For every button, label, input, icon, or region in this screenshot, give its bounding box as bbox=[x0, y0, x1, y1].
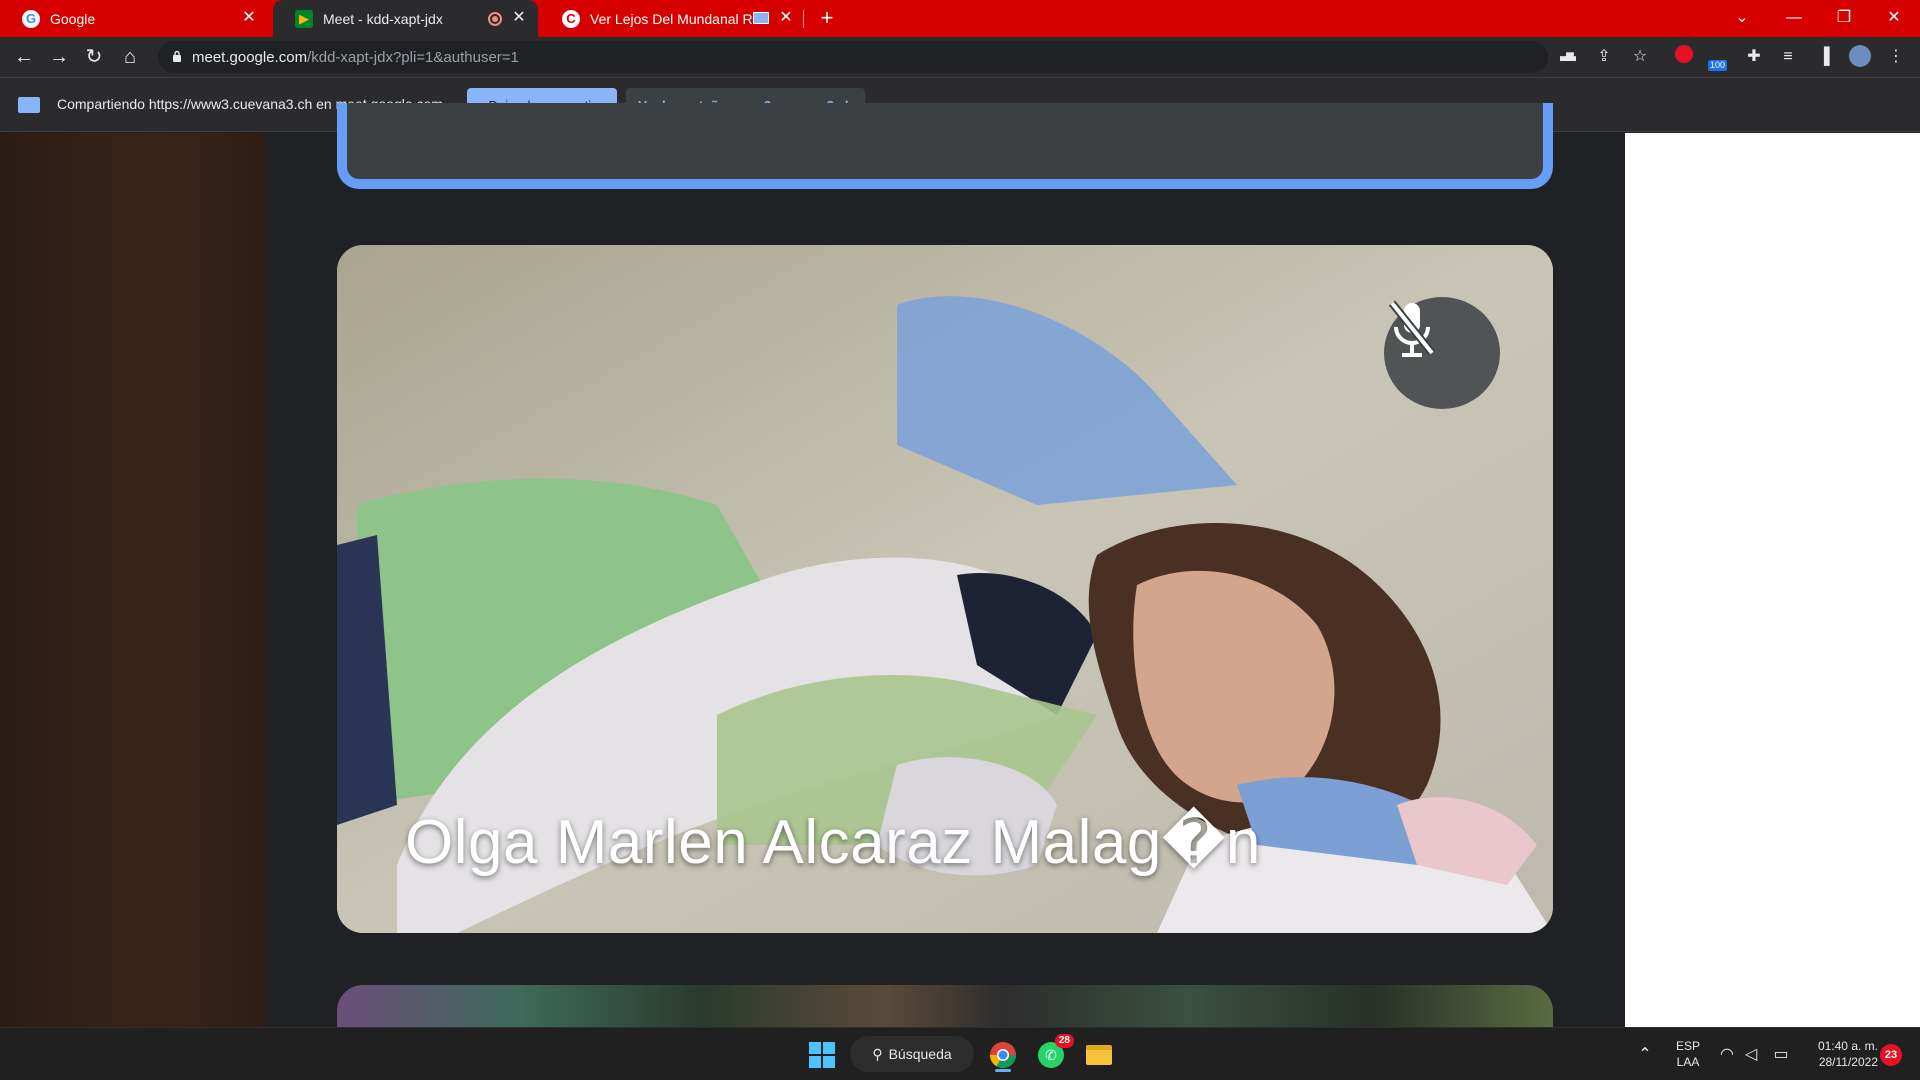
recording-indicator-icon bbox=[488, 12, 502, 26]
file-explorer-taskbar-icon[interactable] bbox=[1080, 1036, 1118, 1074]
browser-menu-icon[interactable]: ⋮ bbox=[1884, 45, 1908, 69]
bookmark-star-icon[interactable]: ☆ bbox=[1628, 45, 1652, 69]
tab-search-icon[interactable]: ⌄ bbox=[1730, 6, 1754, 30]
adblock-extension-icon[interactable] bbox=[1672, 45, 1696, 69]
close-tab-icon[interactable]: ✕ bbox=[510, 9, 528, 27]
minimize-button[interactable]: — bbox=[1782, 6, 1806, 30]
tab-google[interactable]: G Google ✕ bbox=[0, 0, 268, 37]
tab-sharing-icon bbox=[753, 12, 769, 24]
tab-strip: G Google ✕ ▶ Meet - kdd-xapt-jdx ✕ C Ver… bbox=[0, 0, 1920, 37]
search-icon: ⚲ bbox=[872, 1045, 883, 1062]
wifi-icon[interactable]: ◠ bbox=[1716, 1044, 1738, 1066]
new-tab-button[interactable]: + bbox=[815, 6, 839, 30]
whatsapp-taskbar-icon[interactable]: ✆ 28 bbox=[1032, 1034, 1074, 1074]
media-control-icon[interactable]: ≡ bbox=[1776, 45, 1800, 69]
meet-page: Olga Marlen Alcaraz Malag�n bbox=[0, 103, 1920, 1065]
share-page-icon[interactable]: ⇪ bbox=[1592, 45, 1616, 69]
tile-inner bbox=[361, 167, 1529, 171]
back-icon[interactable]: ← bbox=[12, 45, 36, 69]
clock[interactable]: 01:40 a. m. 28/11/2022 bbox=[1800, 1038, 1878, 1070]
chrome-taskbar-icon[interactable] bbox=[984, 1036, 1022, 1074]
meet-favicon-icon: ▶ bbox=[295, 9, 313, 28]
close-window-button[interactable]: ✕ bbox=[1882, 6, 1906, 30]
tab-title: Meet - kdd-xapt-jdx bbox=[323, 10, 443, 27]
tab-title: Google bbox=[50, 10, 96, 27]
whatsapp-badge: 28 bbox=[1054, 1034, 1074, 1048]
browser-toolbar: ← → ↻ ⌂ meet.google.com/kdd-xapt-jdx?pli… bbox=[0, 37, 1920, 77]
tab-cuevana[interactable]: C Ver Lejos Del Mundanal Ruido ✕ bbox=[540, 0, 805, 37]
muted-microphone-indicator bbox=[1384, 297, 1500, 409]
tab-title: Ver Lejos Del Mundanal Ruido bbox=[590, 10, 760, 27]
battery-icon[interactable]: ▭ bbox=[1770, 1044, 1792, 1066]
screen-share-icon bbox=[18, 97, 40, 113]
start-button[interactable] bbox=[803, 1036, 841, 1074]
side-panel-icon[interactable]: ▐ bbox=[1812, 45, 1836, 69]
screen: G Google ✕ ▶ Meet - kdd-xapt-jdx ✕ C Ver… bbox=[0, 0, 1920, 1080]
chrome-icon bbox=[989, 1042, 1017, 1069]
address-bar[interactable]: meet.google.com/kdd-xapt-jdx?pli=1&authu… bbox=[158, 41, 1575, 73]
mic-off-icon bbox=[1388, 300, 1436, 357]
extension-counter-icon[interactable]: 100 bbox=[1706, 45, 1730, 71]
language-indicator[interactable]: ESP LAA bbox=[1672, 1038, 1704, 1070]
cuevana-favicon-icon: C bbox=[562, 9, 580, 28]
tab-separator bbox=[803, 10, 804, 28]
google-favicon-icon: G bbox=[22, 9, 40, 28]
close-tab-icon[interactable]: ✕ bbox=[777, 9, 795, 27]
search-label: Búsqueda bbox=[888, 1046, 952, 1062]
home-icon[interactable]: ⌂ bbox=[118, 45, 142, 69]
participant-tile-main[interactable]: Olga Marlen Alcaraz Malag�n bbox=[337, 245, 1553, 933]
left-background-strip bbox=[0, 133, 265, 1027]
show-hidden-icons-icon[interactable]: ⌃ bbox=[1634, 1044, 1656, 1066]
volume-icon[interactable]: ◁ bbox=[1740, 1044, 1762, 1066]
folder-icon bbox=[1086, 1045, 1112, 1065]
profile-avatar[interactable] bbox=[1848, 45, 1872, 69]
participant-tile-previous[interactable] bbox=[337, 103, 1553, 189]
participant-name-label: Olga Marlen Alcaraz Malag�n bbox=[405, 808, 1261, 877]
windows-logo-icon bbox=[809, 1042, 835, 1068]
close-tab-icon[interactable]: ✕ bbox=[240, 9, 258, 27]
keyboard-layout: LAA bbox=[1676, 1055, 1700, 1069]
active-app-indicator bbox=[995, 1069, 1011, 1072]
lock-icon bbox=[173, 50, 181, 62]
language-code: ESP bbox=[1675, 1039, 1700, 1053]
restore-button[interactable]: ❐ bbox=[1832, 6, 1856, 30]
tab-meet[interactable]: ▶ Meet - kdd-xapt-jdx ✕ bbox=[273, 0, 538, 37]
windows-taskbar: ⚲ Búsqueda ✆ 28 ⌃ ESP LAA ◠ ◁ ▭ 01:40 a.… bbox=[0, 1027, 1920, 1080]
notification-center-badge[interactable]: 23 bbox=[1880, 1044, 1902, 1066]
clock-time: 01:40 a. m. bbox=[1817, 1039, 1878, 1053]
right-blank-area bbox=[1625, 133, 1920, 1027]
reload-icon[interactable]: ↻ bbox=[82, 45, 106, 69]
extension-badge: 100 bbox=[1708, 60, 1728, 71]
extensions-puzzle-icon[interactable]: ✚ bbox=[1742, 45, 1766, 69]
camera-in-use-icon[interactable]: ▬ bbox=[1556, 45, 1580, 69]
clock-date: 28/11/2022 bbox=[1818, 1055, 1878, 1069]
url-text: meet.google.com/kdd-xapt-jdx?pli=1&authu… bbox=[192, 49, 519, 66]
forward-icon[interactable]: → bbox=[47, 45, 71, 69]
taskbar-search-button[interactable]: ⚲ Búsqueda bbox=[850, 1036, 974, 1072]
